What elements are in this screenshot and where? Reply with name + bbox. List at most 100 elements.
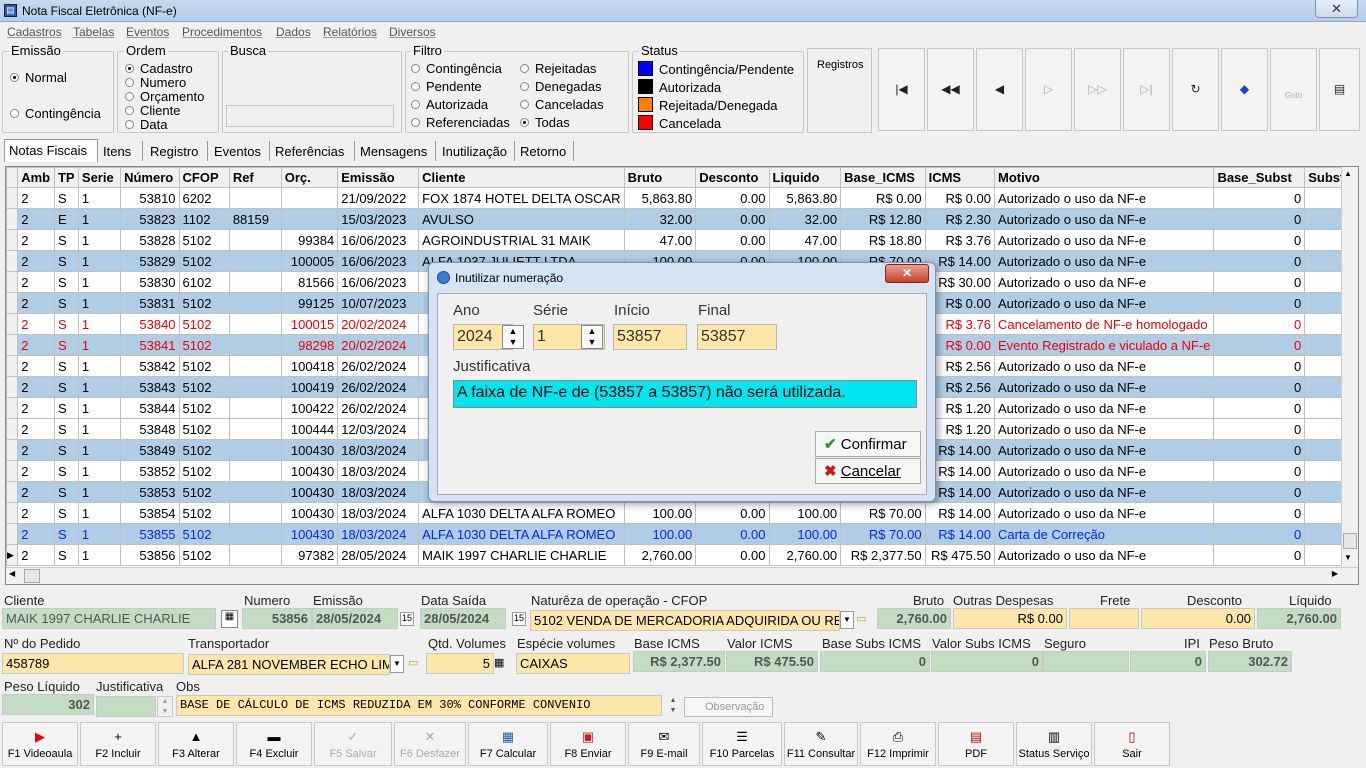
grid-header-cell[interactable]: Liquido — [768, 167, 842, 188]
filtro-pendente-radio[interactable]: Pendente — [411, 79, 482, 94]
seguro-field[interactable] — [1043, 651, 1129, 672]
final-field[interactable]: 53857 — [697, 324, 777, 350]
grid-horizontal-scrollbar[interactable]: ◀ ▶ — [6, 567, 1358, 584]
natureza-dropdown-icon[interactable]: ▼ — [840, 611, 854, 629]
grid-header-cell[interactable]: CFOP — [178, 167, 230, 188]
pedido-field[interactable]: 458789 — [2, 653, 184, 674]
next-record-button[interactable]: ▷ — [1025, 48, 1072, 131]
first-record-button[interactable]: |◀ — [878, 48, 925, 131]
qtd-field[interactable]: 5 — [426, 653, 494, 674]
valor-subs-field[interactable]: 0 — [931, 651, 1043, 672]
grid-header-cell[interactable]: Amb — [17, 167, 55, 188]
grid-header-cell[interactable]: Base_Subst — [1213, 167, 1306, 188]
row-indicator[interactable] — [6, 355, 19, 377]
filtro-autorizada-radio[interactable]: Autorizada — [411, 97, 488, 112]
row-indicator[interactable] — [6, 481, 19, 503]
cancelar-button[interactable]: ✖ Cancelar — [815, 458, 921, 484]
justificativa-field[interactable] — [96, 696, 156, 717]
cliente-lookup-icon[interactable]: ▦ — [221, 610, 238, 628]
f4-excluir-button[interactable]: ▬ F4 Excluir — [236, 722, 312, 766]
prev-record-button[interactable]: ◀ — [976, 48, 1023, 131]
filtro-contingencia-radio[interactable]: Contingência — [411, 61, 502, 76]
natureza-select[interactable]: 5102 VENDA DE MERCADORIA ADQUIRIDA OU RE… — [530, 610, 840, 631]
menu-dados[interactable]: Dados — [276, 25, 311, 39]
grid-header-cell[interactable]: Orç. — [280, 167, 339, 188]
justificativa-spinner[interactable]: ▲ ▼ — [157, 696, 173, 717]
menu-procedimentos[interactable]: Procedimentos — [182, 25, 262, 39]
grid-header-cell[interactable]: Ref — [228, 167, 282, 188]
ordem-numero-radio[interactable]: Numero — [125, 75, 186, 90]
especie-field[interactable]: CAIXAS — [516, 653, 630, 674]
tab-inutilizacao[interactable]: Inutilização — [438, 141, 515, 161]
transp-dropdown-icon[interactable]: ▼ — [390, 655, 404, 673]
liquido-field[interactable]: 2,760.00 — [1257, 608, 1341, 629]
ano-spinner[interactable]: ▲ ▼ — [502, 325, 524, 349]
grid-header-cell[interactable]: Motivo — [993, 167, 1215, 188]
last-record-button[interactable]: ▷| — [1123, 48, 1170, 131]
tab-eventos[interactable]: Eventos — [210, 141, 270, 161]
tab-mensagens[interactable]: Mensagens — [356, 141, 436, 161]
grid-header-cell[interactable]: Serie — [77, 167, 122, 188]
ordem-orcamento-radio[interactable]: Orçamento — [125, 89, 204, 104]
table-row[interactable]: 2 S 1 53828 5102 99384 16/06/2023 AGROINDUSTRIA… — [6, 229, 1358, 251]
ordem-cliente-radio[interactable]: Cliente — [125, 103, 180, 118]
table-row[interactable]: 2 S 1 53810 6202 21/09/2022 FOX 1874 HOTEL DEL… — [6, 187, 1358, 209]
row-indicator[interactable] — [6, 460, 19, 482]
observacao-button[interactable]: Observação — [684, 697, 773, 717]
row-indicator[interactable] — [6, 229, 19, 251]
f11-consultar-button[interactable]: ✎ F11 Consultar — [784, 722, 858, 766]
menu-tabelas[interactable]: Tabelas — [73, 25, 114, 39]
table-row[interactable]: 2 S 1 53855 5102 100430 18/03/2024 ALFA 1030 DE… — [6, 523, 1358, 545]
grid-header-cell[interactable]: Número — [120, 167, 180, 188]
saida-calendar-icon[interactable]: 15 — [512, 612, 526, 626]
tab-registro[interactable]: Registro — [146, 141, 208, 161]
frete-field[interactable] — [1069, 608, 1139, 629]
menu-eventos[interactable]: Eventos — [126, 25, 169, 39]
f6-desfazer-button[interactable]: ✕ F6 Desfazer — [394, 722, 466, 766]
f2-incluir-button[interactable]: + F2 Incluir — [80, 722, 156, 766]
grid-vertical-scrollbar[interactable]: ▲ ▼ — [1341, 167, 1358, 567]
f1-videoaula-button[interactable]: ▶ F1 Videoaula — [2, 722, 78, 766]
grid-header-cell[interactable]: TP — [53, 167, 79, 188]
peso-liquido-field[interactable]: 302 — [2, 694, 94, 715]
f12-imprimir-button[interactable]: ⎙ F12 Imprimir — [860, 722, 936, 766]
qtd-calc-icon[interactable]: ▦ — [494, 656, 504, 669]
menu-cadastros[interactable]: Cadastros — [7, 25, 62, 39]
dialog-justificativa-field[interactable]: A faixa de NF-e de (53857 a 53857) não s… — [453, 380, 917, 408]
row-indicator[interactable] — [6, 208, 19, 230]
filtro-todas-radio[interactable]: Todas — [520, 115, 570, 130]
table-row[interactable]: 2 S 1 53854 5102 100430 18/03/2024 ALFA 1030 DE… — [6, 502, 1358, 524]
ipi-field[interactable]: 0 — [1130, 651, 1206, 672]
menu-relatorios[interactable]: Relatórios — [323, 25, 377, 39]
emissao-field[interactable]: 28/05/2024 — [312, 608, 398, 629]
obs-scroll[interactable]: ▲ ▼ — [665, 696, 681, 717]
ordem-data-radio[interactable]: Data — [125, 117, 167, 132]
f3-alterar-button[interactable]: ▲ F3 Alterar — [158, 722, 234, 766]
row-indicator[interactable] — [6, 187, 19, 209]
confirmar-button[interactable]: ✔ Confirmar — [815, 431, 921, 457]
row-indicator[interactable] — [6, 502, 19, 524]
inicio-field[interactable]: 53857 — [613, 324, 687, 350]
grid-header-cell[interactable]: Base_ICMS — [840, 167, 926, 188]
window-close-button[interactable]: ✕ — [1315, 0, 1358, 18]
busca-input[interactable] — [226, 105, 394, 127]
emissao-calendar-icon[interactable]: 15 — [400, 612, 414, 626]
tab-referencias[interactable]: Referências — [271, 141, 355, 161]
row-indicator[interactable] — [6, 376, 19, 398]
row-indicator[interactable] — [6, 292, 19, 314]
desconto-field[interactable]: 0.00 — [1141, 608, 1255, 629]
status-servico-button[interactable]: ▥ Status Serviço — [1016, 722, 1092, 766]
filtro-canceladas-radio[interactable]: Canceladas — [520, 97, 604, 112]
filtro-denegadas-radio[interactable]: Denegadas — [520, 79, 602, 94]
tab-notas-fiscais[interactable]: Notas Fiscais — [4, 139, 98, 162]
grid-header-cell[interactable]: Bruto — [623, 167, 697, 188]
base-subs-field[interactable]: 0 — [820, 651, 930, 672]
sair-button[interactable]: ▯ Sair — [1094, 722, 1170, 766]
goto-button[interactable]: Goto — [1270, 48, 1317, 131]
prev-page-button[interactable]: ◀◀ — [927, 48, 974, 131]
next-page-button[interactable]: ▷▷ — [1074, 48, 1121, 131]
tab-retorno[interactable]: Retorno — [516, 141, 574, 161]
f5-salvar-button[interactable]: ✓ F5 Salvar — [314, 722, 392, 766]
transp-folder-icon[interactable]: ▭ — [408, 656, 418, 669]
transp-select[interactable]: ALFA 281 NOVEMBER ECHO LIMA — [188, 654, 390, 675]
